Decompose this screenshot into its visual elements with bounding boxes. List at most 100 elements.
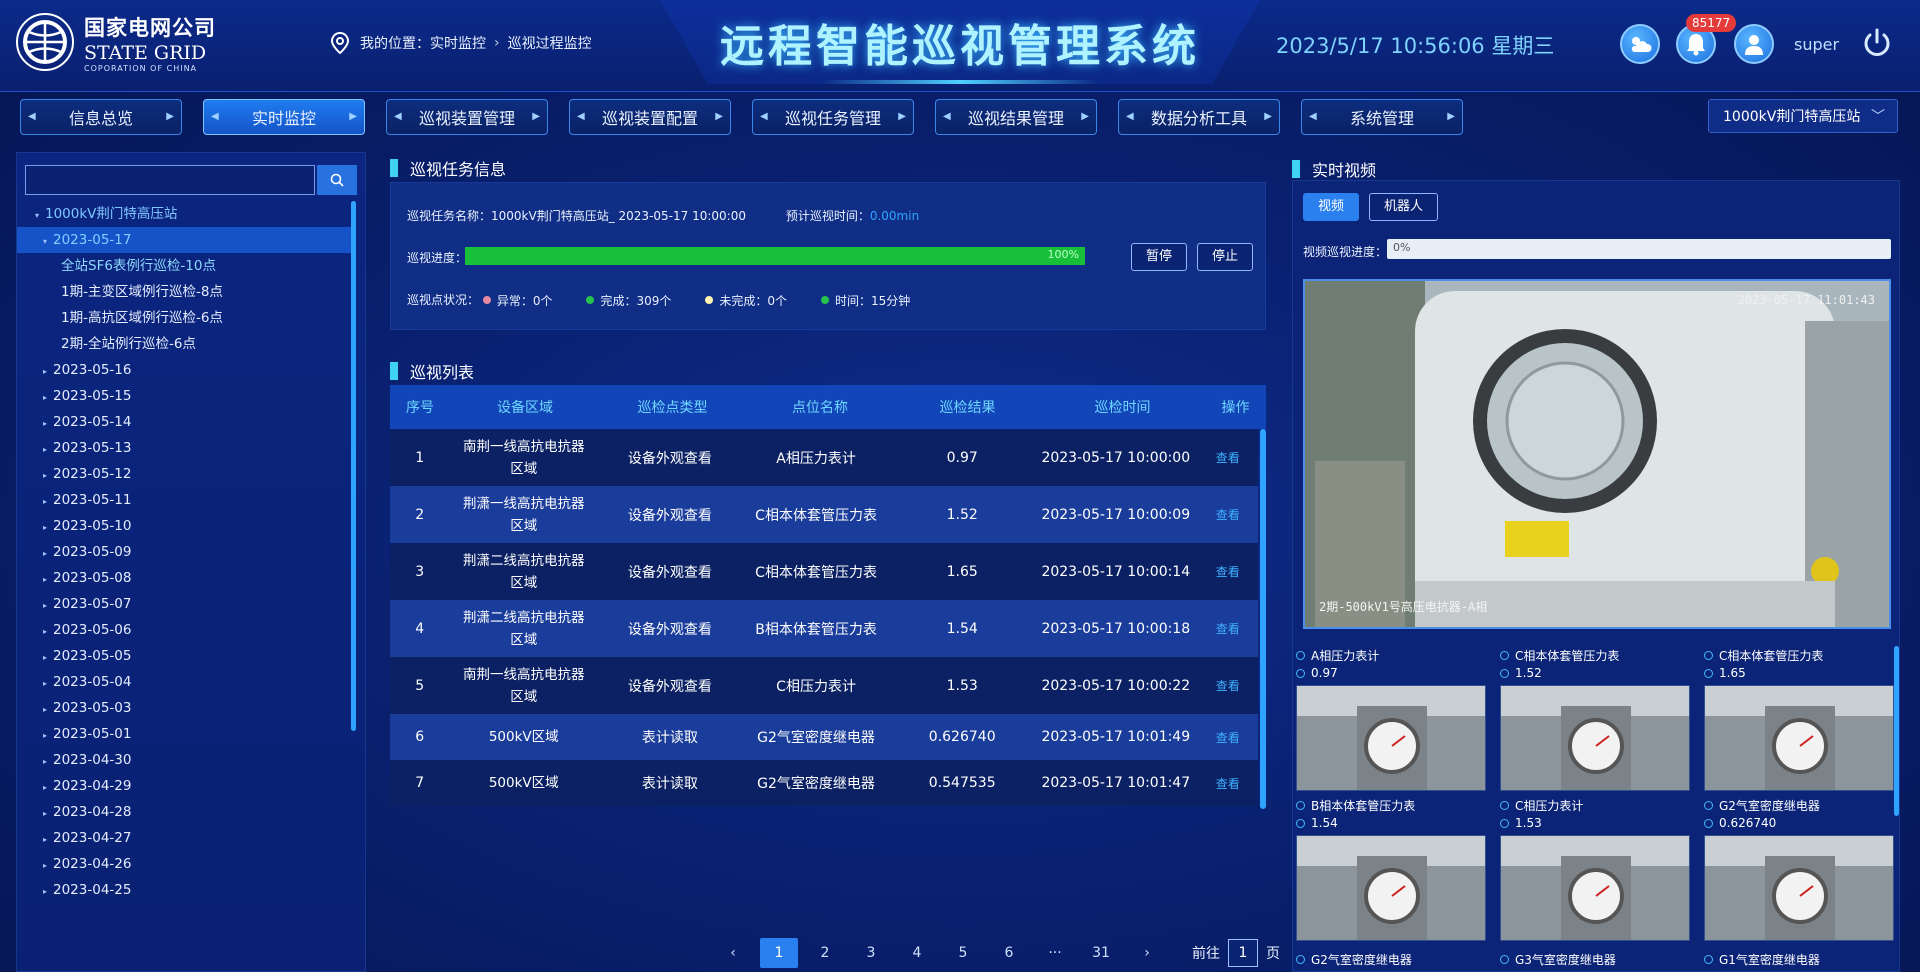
tree-date-item[interactable]: ▸ 2023-05-06 [17,617,352,643]
tree-date-item[interactable]: ▸ 2023-05-10 [17,513,352,539]
tree-date-item[interactable]: ▸ 2023-05-13 [17,435,352,461]
tree-date-item[interactable]: ▸ 2023-05-08 [17,565,352,591]
thumbnail-card[interactable]: G2气室密度继电器 [1296,950,1492,968]
stop-button[interactable]: 停止 [1197,243,1254,271]
thumbnail-card[interactable]: G3气室密度继电器 [1500,950,1696,968]
pause-button[interactable]: 暂停 [1131,243,1188,271]
table-row[interactable]: 5 南荆一线高抗电抗器 区域 设备外观查看 C相压力表计 1.53 2023-05-17 1… [390,657,1258,714]
progress-label: 巡视进度： [407,251,468,265]
tree-date-item[interactable]: ▸ 2023-05-01 [17,721,352,747]
page-button[interactable]: 3 [852,938,890,968]
page-button[interactable]: 1 [760,938,798,968]
page-button[interactable]: 4 [898,938,936,968]
table-row[interactable]: 7 500kV区域 表计读取 G2气室密度继电器 0.547535 2023-05-17 … [390,760,1258,806]
tree-search-input[interactable] [25,165,315,195]
page-button[interactable]: 31 [1082,938,1120,968]
table-row[interactable]: 2 荆潇一线高抗电抗器 区域 设备外观查看 C相本体套管压力表 1.52 2023-05-1… [390,486,1258,543]
tree-date-item[interactable]: ▸ 2023-04-26 [17,851,352,877]
tree-date-item[interactable]: ▸ 2023-05-14 [17,409,352,435]
thumbnail-card[interactable]: A相压力表计 0.97 [1296,646,1492,791]
user-name[interactable]: super [1794,35,1839,54]
nav-item-7[interactable]: ◀ 系统管理 ▶ [1301,99,1463,135]
view-link[interactable]: 查看 [1198,677,1258,694]
thumbnail-scrollbar[interactable] [1894,646,1899,816]
cell-result: 1.65 [946,563,978,580]
tree-date-item[interactable]: ▸ 2023-05-05 [17,643,352,669]
tree-scrollbar[interactable] [351,201,356,731]
tree-search-button[interactable] [317,165,357,195]
cell-point: G2气室密度继电器 [757,776,875,792]
page-button[interactable]: 5 [944,938,982,968]
location-pin-icon [330,32,350,54]
breadcrumb-parent[interactable]: 我的位置：实时监控 [360,33,486,53]
tree-task-item[interactable]: 1期-高抗区域例行巡检-6点 [17,305,352,331]
status-item: 时间：15分钟 [821,292,910,309]
tree-root[interactable]: ▾ 1000kV荆门特高压站 [17,201,352,227]
thumbnail-card[interactable]: G1气室密度继电器 [1704,950,1900,968]
nav-item-6[interactable]: ◀ 数据分析工具 ▶ [1118,99,1280,135]
thumbnail-card[interactable]: C相本体套管压力表 1.52 [1500,646,1696,791]
cell-area: 南荆一线高抗电抗器 区域 [463,666,585,705]
tree-date-open[interactable]: ▾ 2023-05-17 [17,227,352,253]
view-link[interactable]: 查看 [1198,449,1258,466]
next-page-button[interactable]: › [1128,938,1166,968]
nav-item-4[interactable]: ◀ 巡视任务管理 ▶ [752,99,914,135]
caret-right-icon: ▸ [43,549,48,558]
page-button[interactable]: ··· [1036,938,1074,968]
tree-date-item[interactable]: ▸ 2023-04-30 [17,747,352,773]
table-row[interactable]: 6 500kV区域 表计读取 G2气室密度继电器 0.626740 2023-05-17 … [390,714,1258,760]
tree-date-item[interactable]: ▸ 2023-05-15 [17,383,352,409]
thumbnail-card[interactable]: G2气室密度继电器 0.626740 [1704,796,1900,941]
user-avatar[interactable] [1734,24,1774,64]
live-video[interactable]: 2023-05-17 11:01:43 2期-500kV1号高压电抗器-A相 [1303,279,1891,629]
nav-item-1[interactable]: ◀ 实时监控 ▶ [203,99,365,135]
nav-item-label: 巡视结果管理 [967,109,1064,128]
tree-date-item[interactable]: ▸ 2023-05-12 [17,461,352,487]
tree-task-item[interactable]: 全站SF6表例行巡检-10点 [17,253,352,279]
page-button[interactable]: 6 [990,938,1028,968]
power-icon[interactable] [1860,26,1894,60]
cell-no: 3 [415,563,425,580]
view-link[interactable]: 查看 [1198,506,1258,523]
tree-date-item[interactable]: ▸ 2023-05-03 [17,695,352,721]
ring-icon [1296,800,1305,810]
tree-date-item[interactable]: ▸ 2023-05-11 [17,487,352,513]
tree-date-item[interactable]: ▸ 2023-05-16 [17,357,352,383]
caret-down-icon: ▾ [35,211,40,220]
nav-item-3[interactable]: ◀ 巡视装置配置 ▶ [569,99,731,135]
view-link[interactable]: 查看 [1198,729,1258,746]
tree-date-item[interactable]: ▸ 2023-04-29 [17,773,352,799]
state-grid-logo: 国家电网公司 STATE GRID COPORATION OF CHINA [14,12,224,73]
page-button[interactable]: 2 [806,938,844,968]
nav-item-5[interactable]: ◀ 巡视结果管理 ▶ [935,99,1097,135]
table-row[interactable]: 3 荆潇二线高抗电抗器 区域 设备外观查看 C相本体套管压力表 1.65 2023-05-1… [390,543,1258,600]
view-link[interactable]: 查看 [1198,563,1258,580]
view-link[interactable]: 查看 [1198,775,1258,792]
thumbnail-card[interactable]: C相压力表计 1.53 [1500,796,1696,941]
caret-right-icon: ▸ [43,835,48,844]
thumbnail-card[interactable]: B相本体套管压力表 1.54 [1296,796,1492,941]
tree-date-item[interactable]: ▸ 2023-04-25 [17,877,352,903]
table-row[interactable]: 4 荆潇二线高抗电抗器 区域 设备外观查看 B相本体套管压力表 1.54 2023-05-1… [390,600,1258,657]
thumbnail-card[interactable]: C相本体套管压力表 1.65 [1704,646,1900,791]
prev-page-button[interactable]: ‹ [714,938,752,968]
tab-robot[interactable]: 机器人 [1369,193,1439,221]
table-scrollbar[interactable] [1260,429,1266,809]
tree-date-item[interactable]: ▸ 2023-05-07 [17,591,352,617]
tree-task-item[interactable]: 1期-主变区域例行巡检-8点 [17,279,352,305]
tree-date-item[interactable]: ▸ 2023-05-09 [17,539,352,565]
station-select[interactable]: 1000kV荆门特高压站 ﹀ [1708,99,1898,133]
tree-task-item[interactable]: 2期-全站例行巡检-6点 [17,331,352,357]
weather-button[interactable] [1620,24,1660,64]
nav-item-2[interactable]: ◀ 巡视装置管理 ▶ [386,99,548,135]
view-link[interactable]: 查看 [1198,620,1258,637]
tree-date-item[interactable]: ▸ 2023-05-04 [17,669,352,695]
tree-date-item[interactable]: ▸ 2023-04-27 [17,825,352,851]
table-row[interactable]: 1 南荆一线高抗电抗器 区域 设备外观查看 A相压力表计 0.97 2023-05-17 1… [390,429,1258,486]
tree-date-item[interactable]: ▸ 2023-04-28 [17,799,352,825]
cell-type: 表计读取 [641,776,698,792]
tab-video[interactable]: 视频 [1303,193,1360,221]
nav-item-0[interactable]: ◀ 信息总览 ▶ [20,99,182,135]
goto-page-input[interactable]: 1 [1228,939,1258,967]
cell-no: 4 [415,620,425,637]
